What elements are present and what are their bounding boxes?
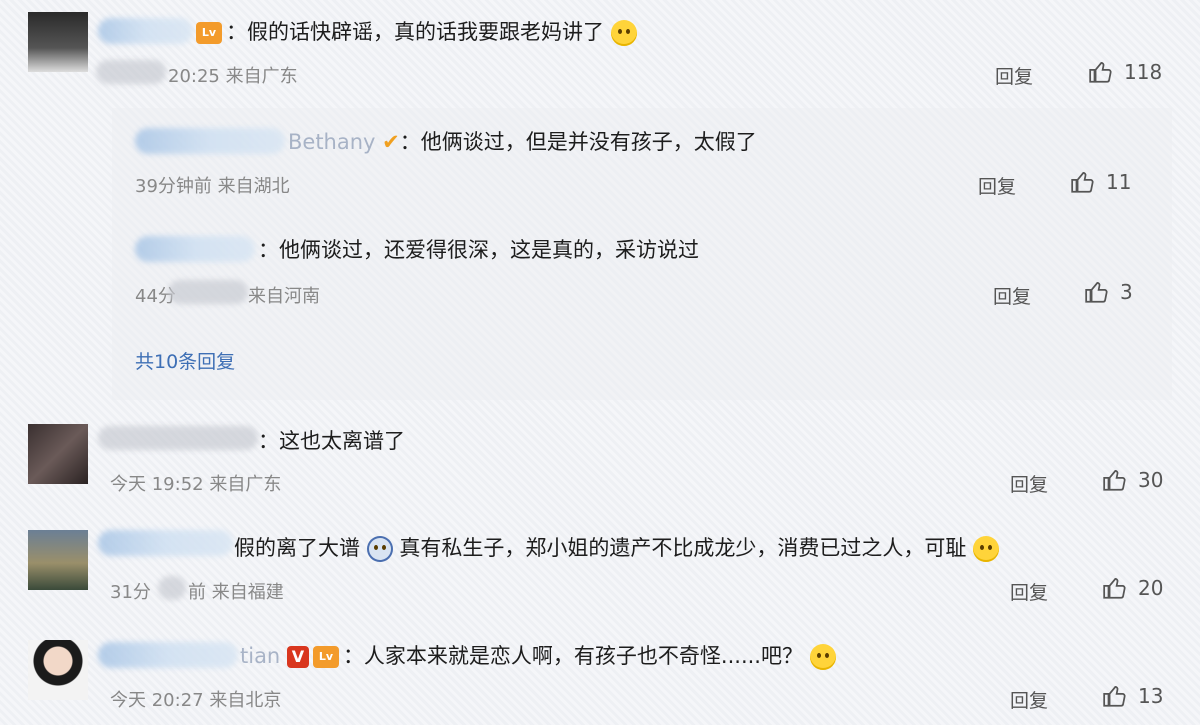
thumbs-up-icon	[1089, 62, 1112, 83]
thumbs-up-icon	[1071, 172, 1094, 193]
thumbs-up-icon	[1103, 470, 1126, 491]
avatar[interactable]	[28, 424, 88, 484]
verified-badge-icon: ✔	[382, 130, 400, 154]
thumbs-up-icon	[1103, 686, 1126, 707]
comment-location: 前 来自福建	[188, 582, 284, 603]
comment-text-a: 假的离了大谱	[234, 536, 360, 560]
reply-button[interactable]: 回复	[1010, 578, 1048, 605]
emoji-icon	[973, 536, 1000, 562]
comment-text-b: 真有私生子，郑小姐的遗产不比成龙少，消费已过之人，可耻	[399, 536, 967, 560]
like-count: 3	[1120, 280, 1133, 304]
comment-meta: 20:25 来自广东	[168, 66, 298, 87]
time-blurred	[96, 60, 166, 84]
username-blurred[interactable]	[135, 128, 285, 154]
reply-button[interactable]: 回复	[978, 172, 1016, 199]
emoji-icon	[809, 644, 836, 670]
username-partial[interactable]: Bethany	[288, 130, 375, 154]
avatar[interactable]	[28, 530, 88, 590]
like-button[interactable]: 20	[1102, 575, 1163, 601]
vip-badge-icon: Lv	[312, 646, 339, 668]
verified-badge-icon: V	[286, 646, 309, 668]
reply-button[interactable]: 回复	[1010, 470, 1048, 497]
time-blurred	[158, 576, 186, 600]
emoji-icon	[366, 536, 393, 562]
comment-time: 31分	[110, 582, 151, 603]
emoji-icon	[610, 20, 637, 46]
thumbs-up-icon	[1103, 578, 1126, 599]
like-button[interactable]: 11	[1070, 169, 1131, 195]
comment-meta: 39分钟前 来自湖北	[135, 176, 290, 197]
comment-text: ：他俩谈过，但是并没有孩子，太假了	[399, 130, 757, 154]
time-blurred	[168, 280, 248, 304]
like-button[interactable]: 3	[1084, 279, 1133, 305]
comment-meta: 今天 19:52 来自广东	[110, 474, 282, 495]
username-blurred[interactable]	[135, 236, 255, 262]
username-blurred[interactable]	[98, 18, 193, 44]
comment-text: ：这也太离谱了	[258, 429, 405, 453]
like-count: 20	[1138, 576, 1164, 600]
comment-meta: 今天 20:27 来自北京	[110, 690, 282, 711]
username-blurred[interactable]	[98, 530, 233, 556]
like-count: 118	[1124, 60, 1163, 84]
like-button[interactable]: 30	[1102, 467, 1163, 493]
thumbs-up-icon	[1085, 282, 1108, 303]
username-blurred[interactable]	[98, 426, 258, 450]
like-count: 30	[1138, 468, 1164, 492]
username-blurred[interactable]	[98, 642, 238, 668]
reply-button[interactable]: 回复	[995, 62, 1033, 89]
like-count: 11	[1106, 170, 1132, 194]
comment-location: 来自河南	[248, 286, 320, 307]
reply-button[interactable]: 回复	[1010, 686, 1048, 713]
like-button[interactable]: 13	[1102, 683, 1163, 709]
like-count: 13	[1138, 684, 1164, 708]
reply-button[interactable]: 回复	[993, 282, 1031, 309]
like-button[interactable]: 118	[1088, 59, 1162, 85]
vip-badge-icon: Lv	[196, 22, 222, 44]
username-partial[interactable]: tian	[240, 644, 280, 668]
comment-text: ：假的话快辟谣，真的话我要跟老妈讲了	[226, 20, 604, 44]
avatar[interactable]	[28, 12, 88, 72]
avatar[interactable]	[28, 640, 88, 700]
comment-feed: Lv ：假的话快辟谣，真的话我要跟老妈讲了 20:25 来自广东 回复 118 B…	[0, 0, 1200, 725]
comment-text: ：人家本来就是恋人啊，有孩子也不奇怪......吧？	[342, 644, 803, 668]
more-replies-link[interactable]: 共10条回复	[135, 347, 235, 374]
comment-text: ：他俩谈过，还爱得很深，这是真的，采访说过	[258, 238, 699, 262]
